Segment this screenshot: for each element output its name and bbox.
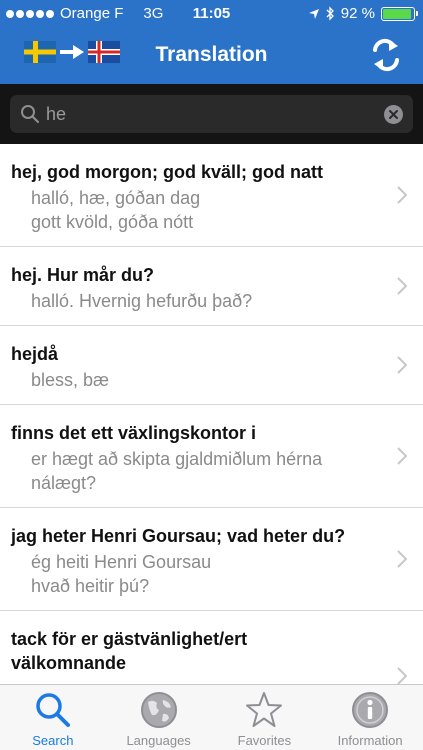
tab-label: Information — [337, 733, 403, 748]
nav-bar: Translation — [0, 28, 423, 84]
clear-search-button[interactable] — [384, 105, 403, 124]
tab-label: Search — [32, 733, 74, 748]
icelandic-translation: gott kvöld, góða nótt — [31, 212, 194, 232]
tab-search[interactable]: Search — [0, 685, 106, 750]
globe-icon — [140, 692, 177, 728]
swedish-phrase: hej, god morgon; god kväll; god natt — [11, 162, 323, 182]
icelandic-translation: ég heiti Henri Goursau — [31, 552, 212, 572]
list-item[interactable]: tack för er gästvänlighet/ert välkomnand… — [0, 611, 423, 684]
icelandic-translation: bless, bæ — [31, 370, 110, 390]
tab-bar: Search Languages Favorites Information — [0, 684, 423, 750]
icelandic-translation: er hægt að skipta gjaldmiðlum hérna — [31, 449, 323, 469]
search-field[interactable] — [10, 95, 413, 133]
swap-arrows-icon[interactable] — [371, 38, 401, 72]
swedish-phrase: jag heter Henri Goursau; vad heter du? — [11, 526, 346, 546]
search-bar — [0, 84, 423, 144]
icelandic-translation: nálægt? — [31, 473, 97, 493]
tab-languages[interactable]: Languages — [106, 685, 212, 750]
page-title: Translation — [155, 43, 268, 66]
chevron-right-icon — [397, 277, 407, 295]
battery-percent: 92 % — [340, 5, 375, 22]
list-item[interactable]: hejdå bless, bæ — [0, 326, 423, 405]
icelandic-translation: halló. Hvernig hefurðu það? — [31, 291, 253, 311]
list-item[interactable]: hej, god morgon; god kväll; god natt hal… — [0, 144, 423, 247]
battery-icon — [381, 6, 418, 21]
chevron-right-icon — [397, 667, 407, 684]
icelandic-translation: halló, hæ, góðan dag — [31, 188, 201, 208]
search-icon — [21, 105, 40, 124]
tab-label: Favorites — [237, 733, 292, 748]
swedish-phrase: hejdå — [11, 344, 59, 364]
swedish-phrase: hej. Hur mår du? — [11, 265, 155, 285]
chevron-right-icon — [397, 186, 407, 204]
icelandic-translation: hvað heitir þú? — [31, 576, 150, 596]
chevron-right-icon — [397, 550, 407, 568]
tab-label: Languages — [126, 733, 191, 748]
tab-favorites[interactable]: Favorites — [212, 685, 318, 750]
star-icon — [246, 692, 283, 727]
status-right: 92 % — [308, 5, 418, 22]
swedish-phrase: tack för er gästvänlighet/ert välkomnand… — [11, 629, 248, 673]
list-item[interactable]: finns det ett växlingskontor i er hægt a… — [0, 405, 423, 508]
tab-information[interactable]: Information — [317, 685, 423, 750]
bluetooth-icon — [326, 6, 334, 21]
list-item[interactable]: hej. Hur mår du? halló. Hvernig hefurðu … — [0, 247, 423, 326]
swedish-phrase: finns det ett växlingskontor i — [11, 423, 257, 443]
info-icon — [352, 692, 389, 728]
results-list: hej, god morgon; god kväll; god natt hal… — [0, 144, 423, 684]
chevron-right-icon — [397, 447, 407, 465]
location-arrow-icon — [308, 8, 319, 19]
status-bar: Orange F 3G 11:05 92 % — [0, 0, 423, 28]
chevron-right-icon — [397, 356, 407, 374]
clear-icon — [389, 110, 398, 119]
list-item[interactable]: jag heter Henri Goursau; vad heter du? é… — [0, 508, 423, 611]
search-icon — [36, 693, 70, 727]
search-input[interactable] — [46, 100, 376, 128]
